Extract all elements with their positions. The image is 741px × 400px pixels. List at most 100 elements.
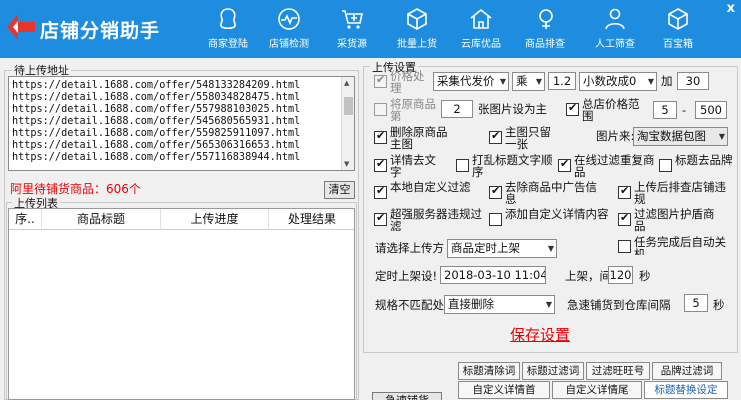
local-filter-label: 本地自定义过滤 (390, 180, 471, 194)
nav-cloud-products[interactable]: 云库优品 (451, 6, 511, 54)
nav-shop-check[interactable]: 店铺检测 (259, 6, 319, 54)
delete-main-checkbox[interactable] (374, 129, 387, 144)
add-detail-checkbox[interactable] (489, 213, 502, 226)
timer-datetime-input[interactable]: 2018-03-10 11:04 (440, 266, 546, 284)
fast-upload-button[interactable]: 急速铺货 (372, 392, 442, 400)
interval-input[interactable]: 120 (608, 266, 633, 284)
shuffle-title-checkbox[interactable] (456, 159, 469, 172)
url-item: https://detail.1688.com/offer/5598259110… (12, 128, 301, 139)
tab-custom-detail-tail[interactable]: 自定义详情尾 (552, 381, 642, 399)
tab-custom-detail-head[interactable]: 自定义详情首 (458, 381, 550, 399)
image-source-label: 图片来: (596, 129, 635, 143)
price-mode-value: 采集代发价 (437, 74, 495, 88)
orig-image-checkbox[interactable] (374, 103, 387, 116)
tab-title-filter-words[interactable]: 标题过滤词 (522, 362, 584, 380)
nav-label: 批量上货 (397, 39, 437, 50)
upload-table[interactable]: 序.. 商品标题 上传进度 处理结果 (8, 208, 355, 400)
pending-url-list[interactable]: https://detail.1688.com/offer/5481332842… (8, 76, 355, 171)
tab-title-clear-words[interactable]: 标题清除词 (458, 362, 520, 380)
decimal-mode-select[interactable]: 小数改成0 ▼ (579, 72, 657, 91)
tab-brand-filter-words[interactable]: 品牌过滤词 (652, 362, 722, 380)
plus-input[interactable]: 30 (677, 72, 709, 90)
image-source-value: 淘宝数据包图 (637, 129, 706, 143)
keep-one-checkbox[interactable] (489, 129, 502, 144)
column-header[interactable]: 商品标题 (42, 209, 161, 230)
ad-info-label: 去除商品中广告信息 (505, 180, 597, 206)
total-price-checkbox[interactable] (566, 101, 579, 116)
image-source-select[interactable]: 淘宝数据包图 ▼ (633, 127, 728, 146)
cube-icon (668, 8, 688, 30)
auto-shutdown-checkbox[interactable] (618, 240, 631, 253)
local-filter-checkbox[interactable] (374, 184, 387, 199)
url-item: https://detail.1688.com/offer/5579881030… (12, 104, 301, 115)
ad-info-checkbox[interactable] (489, 184, 502, 199)
decimal-mode-value: 小数改成0 (583, 74, 637, 88)
price-mode-select[interactable]: 采集代发价 ▼ (433, 72, 509, 91)
interval-label: 上架，间 (565, 269, 611, 283)
mismatch-label: 规格不匹配处 (375, 298, 444, 312)
chevron-down-icon: ▼ (718, 132, 725, 141)
person-icon (605, 8, 625, 30)
keep-one-label: 主图只留一张 (505, 125, 551, 151)
user-icon (219, 8, 237, 30)
scroll-thumb[interactable] (344, 97, 353, 115)
post-upload-checkbox[interactable] (618, 184, 631, 199)
chevron-down-icon: ▼ (547, 244, 554, 253)
title-brand-checkbox[interactable] (659, 159, 672, 172)
filter-image-checkbox[interactable] (618, 211, 631, 226)
column-header[interactable]: 处理结果 (269, 209, 355, 230)
scroll-down-icon[interactable]: ▼ (344, 160, 349, 168)
nav-label: 店铺检测 (269, 39, 309, 50)
app-title: 店铺分销助手 (40, 20, 161, 42)
filter-image-label: 过滤图片护盾商品 (634, 207, 715, 233)
operator-select[interactable]: 乘 ▼ (512, 72, 545, 91)
nav-label: 商家登陆 (208, 39, 248, 50)
warehouse-interval-input[interactable]: 5 (684, 294, 708, 312)
main-image-number-input[interactable]: 2 (441, 100, 473, 118)
url-item: https://detail.1688.com/offer/5653063166… (12, 140, 301, 151)
interval-unit: 秒 (639, 269, 651, 283)
upload-mode-value: 商品定时上架 (451, 241, 520, 255)
warehouse-interval-unit: 秒 (713, 298, 725, 312)
url-list-scrollbar[interactable]: ▲ ▼ (341, 77, 354, 170)
home-icon (470, 8, 492, 29)
main-image-suffix: 张图片设为主 (478, 102, 547, 116)
price-min-input[interactable]: 5 (653, 101, 677, 119)
super-server-checkbox[interactable] (374, 211, 387, 226)
url-item: https://detail.1688.com/offer/5571168389… (12, 152, 301, 163)
tab-filter-wangwang[interactable]: 过滤旺旺号 (586, 362, 650, 380)
nav-manual-check[interactable]: 人工筛查 (585, 6, 645, 54)
clear-button[interactable]: 清空 (324, 181, 355, 199)
detail-text-label: 详情去文字 (390, 153, 436, 179)
column-header[interactable]: 序.. (9, 209, 42, 230)
delete-main-label: 删除原商品主图 (390, 125, 448, 151)
url-item: https://detail.1688.com/offer/5456805659… (12, 116, 301, 127)
nav-product-check[interactable]: 商品排查 (515, 6, 575, 54)
nav-toolbox[interactable]: 百宝箱 (648, 6, 708, 54)
nav-source[interactable]: 采货源 (322, 6, 382, 54)
nav-batch-upload[interactable]: 批量上货 (387, 6, 447, 54)
factor-input[interactable]: 1.2 (548, 72, 576, 90)
close-button[interactable]: x (727, 1, 735, 16)
chevron-down-icon: ▼ (545, 300, 552, 309)
nav-merchant-login[interactable]: 商家登陆 (198, 6, 258, 54)
total-price-label: 总店价格范围 (582, 97, 640, 123)
scroll-up-icon[interactable]: ▲ (344, 79, 349, 87)
orig-image-label: 将原商品第 (390, 97, 436, 123)
price-max-input[interactable]: 500 (695, 101, 727, 119)
mismatch-select[interactable]: 直接删除 ▼ (444, 295, 555, 314)
upload-mode-select[interactable]: 商品定时上架 ▼ (447, 239, 557, 258)
url-item: https://detail.1688.com/offer/5481332842… (12, 80, 301, 91)
tab-title-replace[interactable]: 标题替换设定 (644, 381, 728, 399)
box-icon (407, 8, 427, 30)
detail-text-checkbox[interactable] (374, 157, 387, 172)
url-item: https://detail.1688.com/offer/5580348284… (12, 92, 301, 103)
chevron-down-icon: ▼ (499, 77, 506, 86)
online-filter-checkbox[interactable] (558, 157, 571, 172)
online-filter-label: 在线过滤重复商品 (574, 153, 655, 179)
save-settings-link[interactable]: 保存设置 (510, 324, 570, 345)
column-header[interactable]: 上传进度 (161, 209, 269, 230)
search-icon (539, 9, 553, 29)
price-process-checkbox[interactable] (374, 73, 387, 88)
warehouse-interval-label: 急速铺货到仓库间隔 (567, 298, 671, 312)
